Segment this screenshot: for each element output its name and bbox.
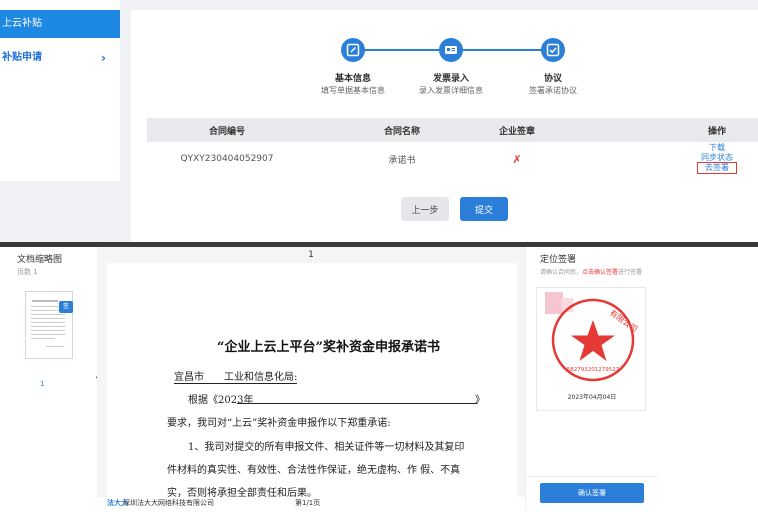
table-row: QYXY230404052907 承诺书 ✗ 下载 同步状态 去签署	[147, 142, 758, 176]
document-line: 1、我司对提交的所有申报文件、相关证件等一切材料及其复印	[188, 442, 465, 453]
page-count: 页数 1	[17, 268, 38, 276]
company-seal-icon: 有限公司 582793201279527	[545, 292, 640, 382]
svg-text:有限公司: 有限公司	[608, 307, 640, 334]
document-line: 要求，我司对“上云”奖补资金申报作以下郑重承诺:	[167, 418, 391, 429]
step-2-subtitle: 录入发票详细信息	[419, 86, 483, 95]
hint-suffix: 进行签署	[618, 269, 643, 276]
invoice-icon	[445, 46, 457, 54]
document-line: 件材料的真实性、有效性、合法性作保证，绝无虚构、作 假、不真	[167, 465, 461, 476]
step-1-subtitle: 填写单据基本信息	[321, 86, 385, 95]
action-links: 下载 同步状态 去签署	[687, 143, 747, 174]
check-square-icon	[546, 43, 560, 57]
contract-name: 承诺书	[388, 155, 416, 166]
sign-hint: 请确认合同后，点击确认签署进行签署	[540, 267, 642, 276]
sign-pane-title: 定位签署	[540, 255, 577, 265]
submit-button[interactable]: 提交	[460, 197, 508, 221]
download-link[interactable]: 下载	[687, 143, 747, 153]
document-title: “企业上云上平台”奖补资金申报承诺书	[217, 340, 440, 355]
signature-badge: 签	[59, 301, 73, 313]
sidebar-item-subsidy-apply[interactable]: 补贴申请 ›	[0, 46, 120, 70]
step-connector	[461, 49, 543, 51]
table-header: 合同编号 合同名称 企业签章 操作	[147, 118, 758, 142]
seal-card[interactable]: 有限公司 582793201279527 2023年04月04日	[536, 287, 646, 411]
page-thumbnail[interactable]: 签	[25, 291, 73, 359]
seal-status-icon: ✗	[512, 152, 522, 166]
step-3-circle	[541, 38, 565, 62]
top-panel: 上云补贴 补贴申请 › 基本信息 填写单据基本信息 发票录入 录入发票详细信息 …	[0, 0, 758, 242]
edit-icon	[346, 43, 360, 57]
hint-prefix: 请确认合同后，	[540, 269, 583, 276]
sync-status-link[interactable]: 同步状态	[687, 153, 747, 162]
divider	[526, 476, 658, 477]
current-page-number: 1	[308, 250, 314, 260]
step-2-title: 发票录入	[432, 74, 469, 84]
sidebar-item-label: 上云补贴	[2, 18, 42, 29]
sidebar: 上云补贴 补贴申请 ›	[0, 0, 120, 181]
footer-page: 第1/1页	[295, 499, 321, 507]
column-header: 操作	[707, 126, 726, 137]
step-3-subtitle: 签署承诺协议	[529, 86, 577, 95]
document-line: 宜昌市 工业和信息化局:	[174, 368, 298, 384]
chevron-right-icon: ›	[101, 51, 106, 65]
previous-step-button[interactable]: 上一步	[401, 197, 449, 221]
footer-company: 深圳法大大网络科技有限公司	[123, 499, 214, 507]
sidebar-item-label: 补贴申请	[2, 52, 42, 63]
column-header: 合同名称	[383, 126, 420, 137]
thumbnail-page-number: 1	[40, 380, 45, 388]
blank-underline	[237, 403, 477, 404]
go-sign-link[interactable]: 去签署	[697, 162, 737, 174]
document-footer: 法大大 深圳法大大网络科技有限公司 第1/1页	[97, 497, 525, 509]
step-connector	[363, 49, 445, 51]
sign-pane: 定位签署 请确认合同后，点击确认签署进行签署 有限公司 582793201279…	[525, 247, 658, 509]
step-1-circle	[341, 38, 365, 62]
column-header: 企业签章	[498, 126, 535, 137]
sidebar-item-active[interactable]: 上云补贴	[0, 10, 120, 38]
confirm-sign-button[interactable]: 确认签署	[540, 483, 644, 503]
document-line: 》	[475, 395, 485, 406]
contract-number: QYXY230404052907	[180, 154, 274, 164]
seal-date: 2023年04月04日	[567, 394, 617, 401]
thumbnail-pane: 文档缩略图 页数 1 签 1	[6, 247, 98, 509]
step-1-title: 基本信息	[334, 74, 371, 84]
step-2-circle	[439, 38, 463, 62]
svg-text:582793201279527: 582793201279527	[567, 367, 620, 373]
hint-highlight: 点击确认签署	[582, 269, 619, 276]
document-area: 1 “企业上云上平台”奖补资金申报承诺书 宜昌市 工业和信息化局: 根据《202…	[97, 247, 621, 509]
column-header: 合同编号	[208, 126, 245, 137]
signing-viewer: 文档缩略图 页数 1 签 1 ‹ 1 “企业上云上平台”奖补资金申报承诺书 宜昌…	[0, 242, 758, 512]
thumbnail-pane-title: 文档缩略图	[17, 255, 63, 265]
document-page: “企业上云上平台”奖补资金申报承诺书 宜昌市 工业和信息化局: 根据《2023年…	[107, 263, 517, 503]
step-3-title: 协议	[543, 74, 562, 84]
